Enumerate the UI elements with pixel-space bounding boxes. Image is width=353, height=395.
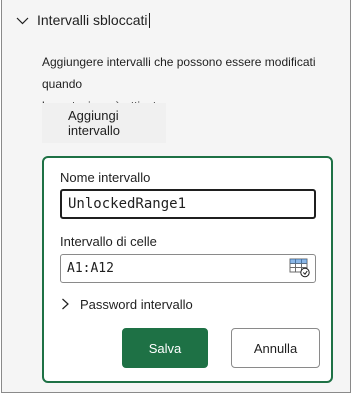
range-password-toggle[interactable]: Password intervallo	[60, 294, 193, 314]
range-select-icon[interactable]	[289, 258, 311, 278]
unlocked-ranges-panel: Intervalli sbloccati Aggiungere interval…	[1, 0, 351, 393]
range-password-label: Password intervallo	[80, 296, 193, 312]
cell-range-label: Intervallo di celle	[60, 234, 157, 249]
save-button[interactable]: Salva	[122, 328, 208, 368]
chevron-down-icon	[16, 17, 29, 24]
range-name-label: Nome intervallo	[60, 170, 151, 185]
text-cursor	[148, 13, 150, 28]
section-title: Intervalli sbloccati	[37, 12, 150, 28]
unlocked-ranges-header[interactable]: Intervalli sbloccati	[16, 10, 150, 30]
description-line-1: Aggiungere intervalli che possono essere…	[42, 55, 316, 91]
chevron-right-icon	[62, 298, 69, 310]
cell-range-input[interactable]	[61, 255, 283, 282]
range-edit-card: Nome intervallo Intervallo di celle Pass…	[42, 156, 333, 383]
add-range-button[interactable]: Aggiungi intervallo	[42, 103, 166, 143]
range-name-input[interactable]	[60, 189, 316, 219]
section-title-text: Intervalli sbloccati	[37, 12, 148, 28]
cancel-button[interactable]: Annulla	[231, 328, 320, 368]
cell-range-field	[60, 254, 316, 283]
